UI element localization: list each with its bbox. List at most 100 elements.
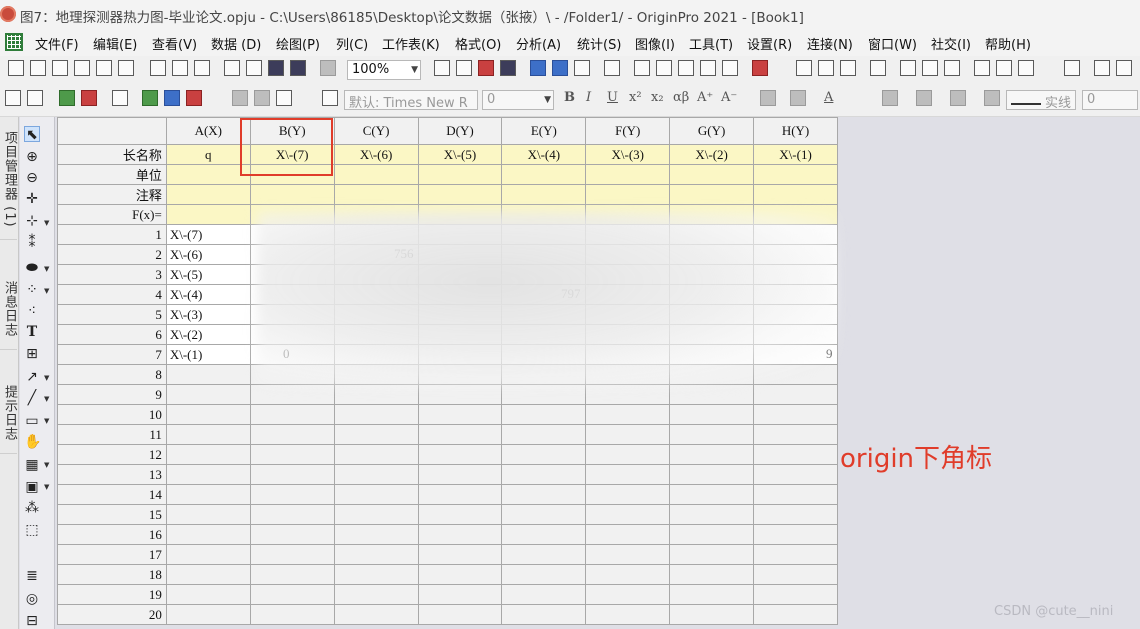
long-name-cell[interactable]: X\-(3) bbox=[585, 144, 671, 165]
cell[interactable] bbox=[669, 524, 755, 545]
long-name-cell[interactable]: X\-(5) bbox=[417, 144, 503, 165]
comments-cell[interactable] bbox=[585, 184, 671, 205]
cell[interactable] bbox=[333, 424, 419, 445]
zoom-tool-icon[interactable] bbox=[634, 60, 650, 76]
cell[interactable]: X\-(6) bbox=[165, 244, 251, 265]
filter-settings-icon[interactable] bbox=[1018, 60, 1034, 76]
filter-icon[interactable] bbox=[974, 60, 990, 76]
comments-cell[interactable] bbox=[165, 184, 251, 205]
y-axis-icon[interactable] bbox=[1116, 60, 1132, 76]
cell[interactable] bbox=[753, 544, 838, 565]
new-graph-icon[interactable] bbox=[118, 60, 134, 76]
cell[interactable] bbox=[417, 564, 503, 585]
import-single-icon[interactable] bbox=[27, 90, 43, 106]
chevron-down-icon[interactable]: ▼ bbox=[44, 395, 49, 403]
menu-plot[interactable]: 绘图(P) bbox=[276, 34, 320, 53]
histogram-icon[interactable] bbox=[944, 60, 960, 76]
cell[interactable] bbox=[669, 504, 755, 525]
menu-worksheet[interactable]: 工作表(K) bbox=[382, 34, 440, 53]
units-cell[interactable] bbox=[585, 164, 671, 185]
menu-data[interactable]: 数据 (D) bbox=[211, 34, 261, 53]
row-number[interactable]: 4 bbox=[57, 284, 167, 305]
new-matrix-icon[interactable] bbox=[74, 60, 90, 76]
units-cell[interactable] bbox=[333, 164, 419, 185]
cell[interactable] bbox=[333, 484, 419, 505]
row-number[interactable]: 16 bbox=[57, 524, 167, 545]
align-icon[interactable] bbox=[760, 90, 776, 106]
new-function-icon[interactable] bbox=[194, 60, 210, 76]
cell[interactable]: X\-(2) bbox=[165, 324, 251, 345]
pointer-icon[interactable]: ⬉ bbox=[24, 126, 40, 143]
meta-label-formula[interactable]: F(x)= bbox=[57, 204, 167, 225]
circle-tool-icon[interactable]: ◎ bbox=[24, 591, 40, 607]
project-explorer-icon[interactable] bbox=[604, 60, 620, 76]
chevron-down-icon[interactable]: ▼ bbox=[44, 219, 49, 227]
new-layout-icon[interactable] bbox=[150, 60, 166, 76]
cell[interactable] bbox=[249, 404, 335, 425]
column-chart-icon[interactable] bbox=[900, 60, 916, 76]
cell[interactable] bbox=[417, 544, 503, 565]
chevron-down-icon[interactable]: ▼ bbox=[44, 287, 49, 295]
cell[interactable] bbox=[333, 544, 419, 565]
new-project-icon[interactable] bbox=[8, 60, 24, 76]
font-combo[interactable]: 默认: Times New R bbox=[344, 90, 478, 110]
cell[interactable]: X\-(5) bbox=[165, 264, 251, 285]
edit-icon[interactable] bbox=[530, 60, 546, 76]
new-notes-icon[interactable] bbox=[172, 60, 188, 76]
chevron-down-icon[interactable]: ▼ bbox=[44, 417, 49, 425]
import-multi-icon[interactable] bbox=[59, 90, 75, 106]
cell[interactable] bbox=[753, 524, 838, 545]
row-number[interactable]: 3 bbox=[57, 264, 167, 285]
paste-icon[interactable] bbox=[276, 90, 292, 106]
cell[interactable] bbox=[585, 404, 671, 425]
decrease-font-button[interactable]: A⁻ bbox=[721, 90, 737, 105]
menu-analysis[interactable]: 分析(A) bbox=[516, 34, 561, 53]
cell[interactable] bbox=[417, 424, 503, 445]
cell[interactable] bbox=[753, 404, 838, 425]
cell[interactable] bbox=[501, 404, 587, 425]
tab-project-explorer[interactable]: 项目管理器 (1) bbox=[0, 119, 17, 240]
cell[interactable] bbox=[501, 384, 587, 405]
cell[interactable] bbox=[669, 424, 755, 445]
cell[interactable] bbox=[165, 544, 251, 565]
row-number[interactable]: 9 bbox=[57, 384, 167, 405]
cell[interactable] bbox=[501, 524, 587, 545]
filter-clear-icon[interactable] bbox=[996, 60, 1012, 76]
script-icon[interactable] bbox=[700, 60, 716, 76]
long-name-cell[interactable]: q bbox=[165, 144, 251, 165]
bar-chart-icon[interactable] bbox=[922, 60, 938, 76]
hand-tool-icon[interactable]: ✋ bbox=[24, 434, 41, 450]
comments-cell[interactable] bbox=[501, 184, 587, 205]
sort-icon[interactable] bbox=[840, 60, 856, 76]
text-tool-icon[interactable]: T bbox=[24, 324, 40, 340]
cell[interactable] bbox=[249, 504, 335, 525]
insert-equation-icon[interactable]: ⁂ bbox=[24, 500, 40, 516]
cell[interactable] bbox=[669, 404, 755, 425]
cell[interactable] bbox=[165, 424, 251, 445]
draw-data-icon[interactable]: ⁘ bbox=[24, 282, 40, 298]
comments-cell[interactable] bbox=[417, 184, 503, 205]
menu-window[interactable]: 窗口(W) bbox=[868, 34, 917, 53]
insert-graph-icon[interactable]: ▦ bbox=[24, 457, 40, 473]
cell[interactable] bbox=[669, 444, 755, 465]
row-number[interactable]: 14 bbox=[57, 484, 167, 505]
open-icon[interactable] bbox=[224, 60, 240, 76]
cell[interactable] bbox=[417, 464, 503, 485]
comments-cell[interactable] bbox=[753, 184, 838, 205]
set-values-icon[interactable] bbox=[870, 60, 886, 76]
line-width-combo[interactable]: 0 bbox=[1082, 90, 1138, 110]
row-number[interactable]: 7 bbox=[57, 344, 167, 365]
row-number[interactable]: 5 bbox=[57, 304, 167, 325]
region-icon[interactable]: ⬬ bbox=[24, 260, 40, 276]
refresh-icon[interactable] bbox=[574, 60, 590, 76]
cell[interactable] bbox=[501, 484, 587, 505]
new-folder-icon[interactable] bbox=[30, 60, 46, 76]
row-number[interactable]: 10 bbox=[57, 404, 167, 425]
cell[interactable] bbox=[165, 384, 251, 405]
cell[interactable] bbox=[585, 444, 671, 465]
statistics-icon[interactable] bbox=[818, 60, 834, 76]
worksheet-icon[interactable] bbox=[678, 60, 694, 76]
cell[interactable] bbox=[249, 464, 335, 485]
line-style-combo[interactable]: 实线 bbox=[1006, 90, 1076, 110]
chevron-down-icon[interactable]: ▼ bbox=[44, 461, 49, 469]
